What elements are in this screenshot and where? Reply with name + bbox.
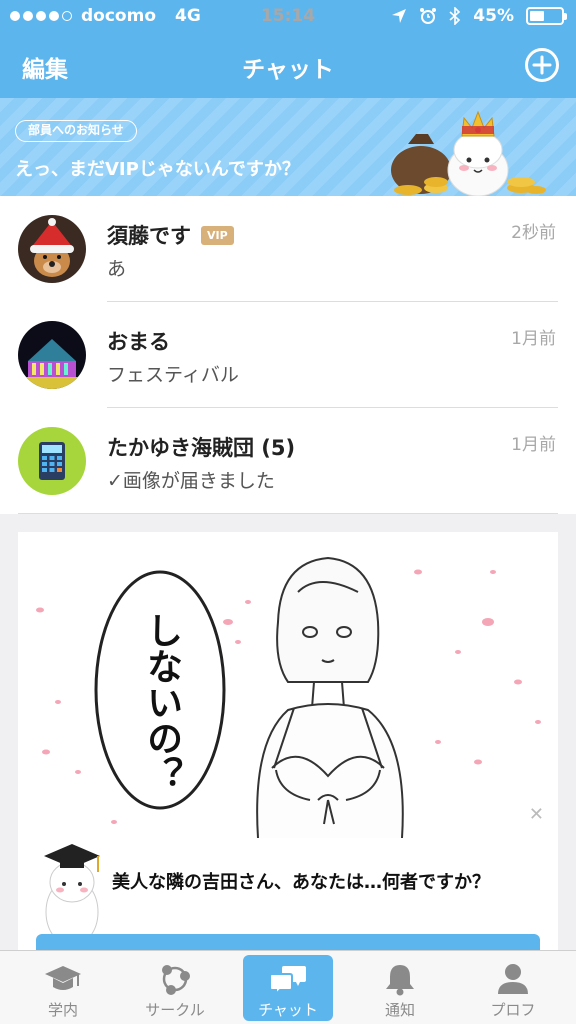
bell-icon bbox=[386, 965, 414, 996]
battery-icon bbox=[526, 7, 567, 25]
nav-bar: 編集 チャット bbox=[0, 34, 576, 98]
divider bbox=[18, 513, 558, 514]
ad-close-icon[interactable]: ✕ bbox=[529, 804, 544, 825]
chat-name-text: たかゆき海賊団 (5) bbox=[107, 436, 296, 460]
alpaca-graduate-mascot bbox=[44, 844, 100, 947]
status-bar: docomo 4G 15:14 45% bbox=[0, 0, 576, 34]
status-right: 45% bbox=[391, 6, 567, 26]
chat-preview: フェスティバル bbox=[107, 364, 239, 386]
chat-row[interactable]: おまる フェスティバル 1月前 bbox=[0, 302, 576, 408]
banner-message: えっ、まだVIPじゃないんですか？ bbox=[15, 159, 300, 180]
chat-name-text: おまる bbox=[107, 330, 170, 354]
chat-name: たかゆき海賊団 (5) bbox=[107, 432, 295, 462]
chat-name: 須藤です VIP bbox=[107, 220, 234, 250]
notice-tag: 部員へのお知らせ bbox=[15, 120, 137, 142]
chat-time: 1月前 bbox=[511, 435, 556, 455]
chat-time: 1月前 bbox=[511, 329, 556, 349]
chat-preview: あ bbox=[107, 258, 127, 280]
location-icon bbox=[392, 9, 407, 23]
alpaca-king-mascot bbox=[391, 110, 546, 196]
chat-row[interactable]: 須藤です VIP あ 2秒前 bbox=[0, 196, 576, 302]
chat-list: 須藤です VIP あ 2秒前 おまる フェスティバル 1月前 たかゆき海賊団 (… bbox=[0, 196, 576, 514]
chat-name-text: 須藤です bbox=[107, 224, 191, 248]
alarm-icon bbox=[420, 8, 437, 24]
battery-percent: 45% bbox=[473, 6, 514, 26]
page-title: チャット bbox=[242, 57, 334, 83]
tab-notifications[interactable]: 通知 bbox=[355, 951, 445, 1024]
vip-banner[interactable]: 部員へのお知らせ えっ、まだVIPじゃないんですか？ bbox=[0, 98, 576, 196]
vip-badge: VIP bbox=[201, 225, 234, 245]
edit-button[interactable]: 編集 bbox=[22, 50, 68, 84]
tab-label: 学内 bbox=[47, 1001, 78, 1019]
tab-circle[interactable]: サークル bbox=[130, 951, 220, 1024]
illuminated-building-avatar bbox=[18, 321, 86, 389]
speech-bubble-text: しないの？ bbox=[141, 612, 183, 792]
chat-preview: ✓画像が届きました bbox=[107, 470, 275, 492]
circle-network-icon bbox=[162, 965, 190, 995]
chat-name: おまる bbox=[107, 326, 170, 356]
tab-label: チャット bbox=[258, 1001, 318, 1019]
tab-bar: 学内 サークル チャット 通知 プロフ bbox=[0, 950, 576, 1024]
graduation-cap-icon bbox=[45, 966, 81, 990]
tab-profile[interactable]: プロフ bbox=[468, 951, 558, 1024]
tab-chat[interactable]: チャット bbox=[243, 955, 333, 1021]
tab-label: 通知 bbox=[384, 1001, 415, 1019]
chat-row[interactable]: たかゆき海賊団 (5) ✓画像が届きました 1月前 bbox=[0, 408, 576, 514]
ad-card[interactable]: しないの？ ✕ 美人な隣の吉田さん、あなたは…何者ですか？ bbox=[18, 532, 558, 952]
dog-santa-avatar bbox=[18, 215, 86, 283]
chat-bubbles-icon bbox=[269, 966, 306, 996]
person-icon bbox=[498, 964, 528, 994]
tab-campus[interactable]: 学内 bbox=[18, 951, 108, 1024]
ad-caption: 美人な隣の吉田さん、あなたは…何者ですか？ bbox=[112, 872, 490, 893]
tab-label: サークル bbox=[145, 1001, 205, 1019]
calculator-avatar bbox=[18, 427, 86, 495]
top-bar: docomo 4G 15:14 45% 編集 チャット bbox=[0, 0, 576, 98]
bluetooth-icon bbox=[449, 7, 461, 25]
tab-label: プロフ bbox=[490, 1001, 536, 1019]
manga-ad-illustration bbox=[18, 532, 558, 838]
chat-time: 2秒前 bbox=[511, 223, 556, 243]
add-chat-icon[interactable] bbox=[524, 47, 560, 83]
